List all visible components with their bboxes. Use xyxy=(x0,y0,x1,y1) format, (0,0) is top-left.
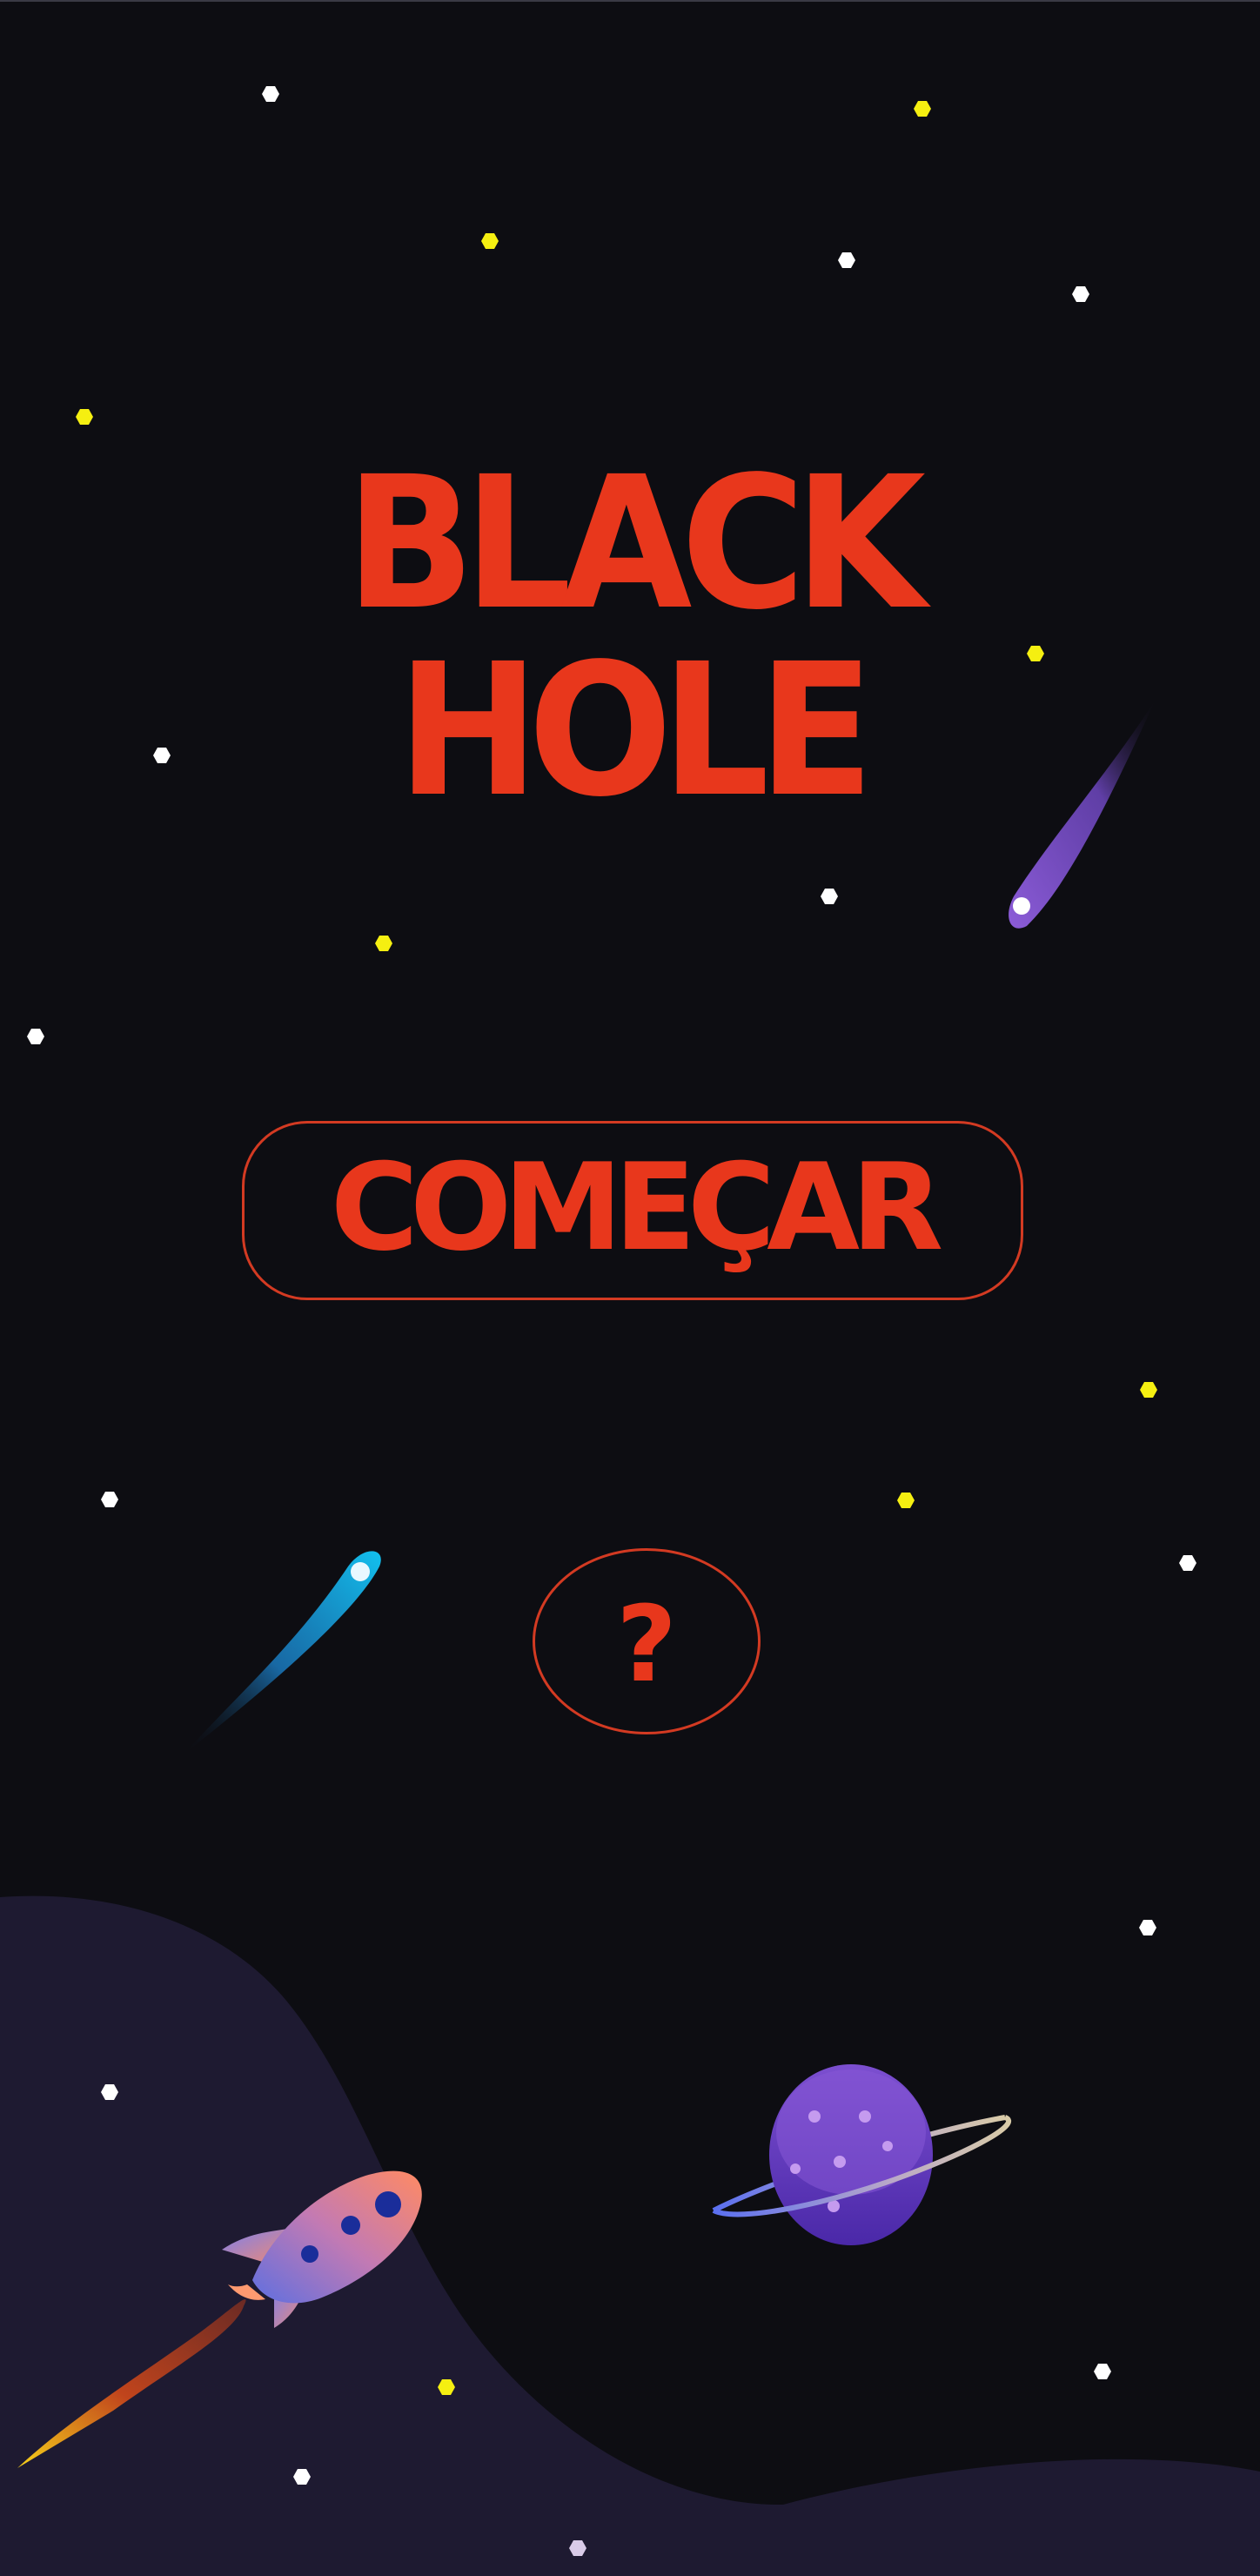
star-icon xyxy=(1140,1382,1157,1398)
comet-icon xyxy=(184,1551,381,1754)
star-icon xyxy=(1139,1920,1156,1935)
star-icon xyxy=(481,233,499,249)
star-icon xyxy=(914,101,931,117)
top-border xyxy=(0,0,1260,2)
star-icon xyxy=(1179,1555,1196,1571)
star-icon xyxy=(262,86,279,102)
star-icon xyxy=(27,1029,44,1044)
star-icon xyxy=(101,1492,118,1507)
help-button[interactable]: ? xyxy=(533,1548,761,1734)
star-icon xyxy=(897,1493,915,1508)
start-button-label: COMEÇAR xyxy=(330,1137,944,1278)
game-title-line1: BLACK xyxy=(345,437,926,650)
star-icon xyxy=(1094,2364,1111,2379)
star-icon xyxy=(838,252,855,268)
start-button[interactable]: COMEÇAR xyxy=(242,1121,1023,1300)
planet-icon xyxy=(712,2064,1012,2245)
game-title-line2: HOLE xyxy=(397,624,874,837)
star-icon xyxy=(821,889,838,904)
star-icon xyxy=(1072,286,1089,302)
star-icon xyxy=(375,936,392,951)
star-icon xyxy=(76,409,93,425)
question-mark-icon: ? xyxy=(616,1585,677,1706)
bottom-hill xyxy=(0,1895,1260,2576)
